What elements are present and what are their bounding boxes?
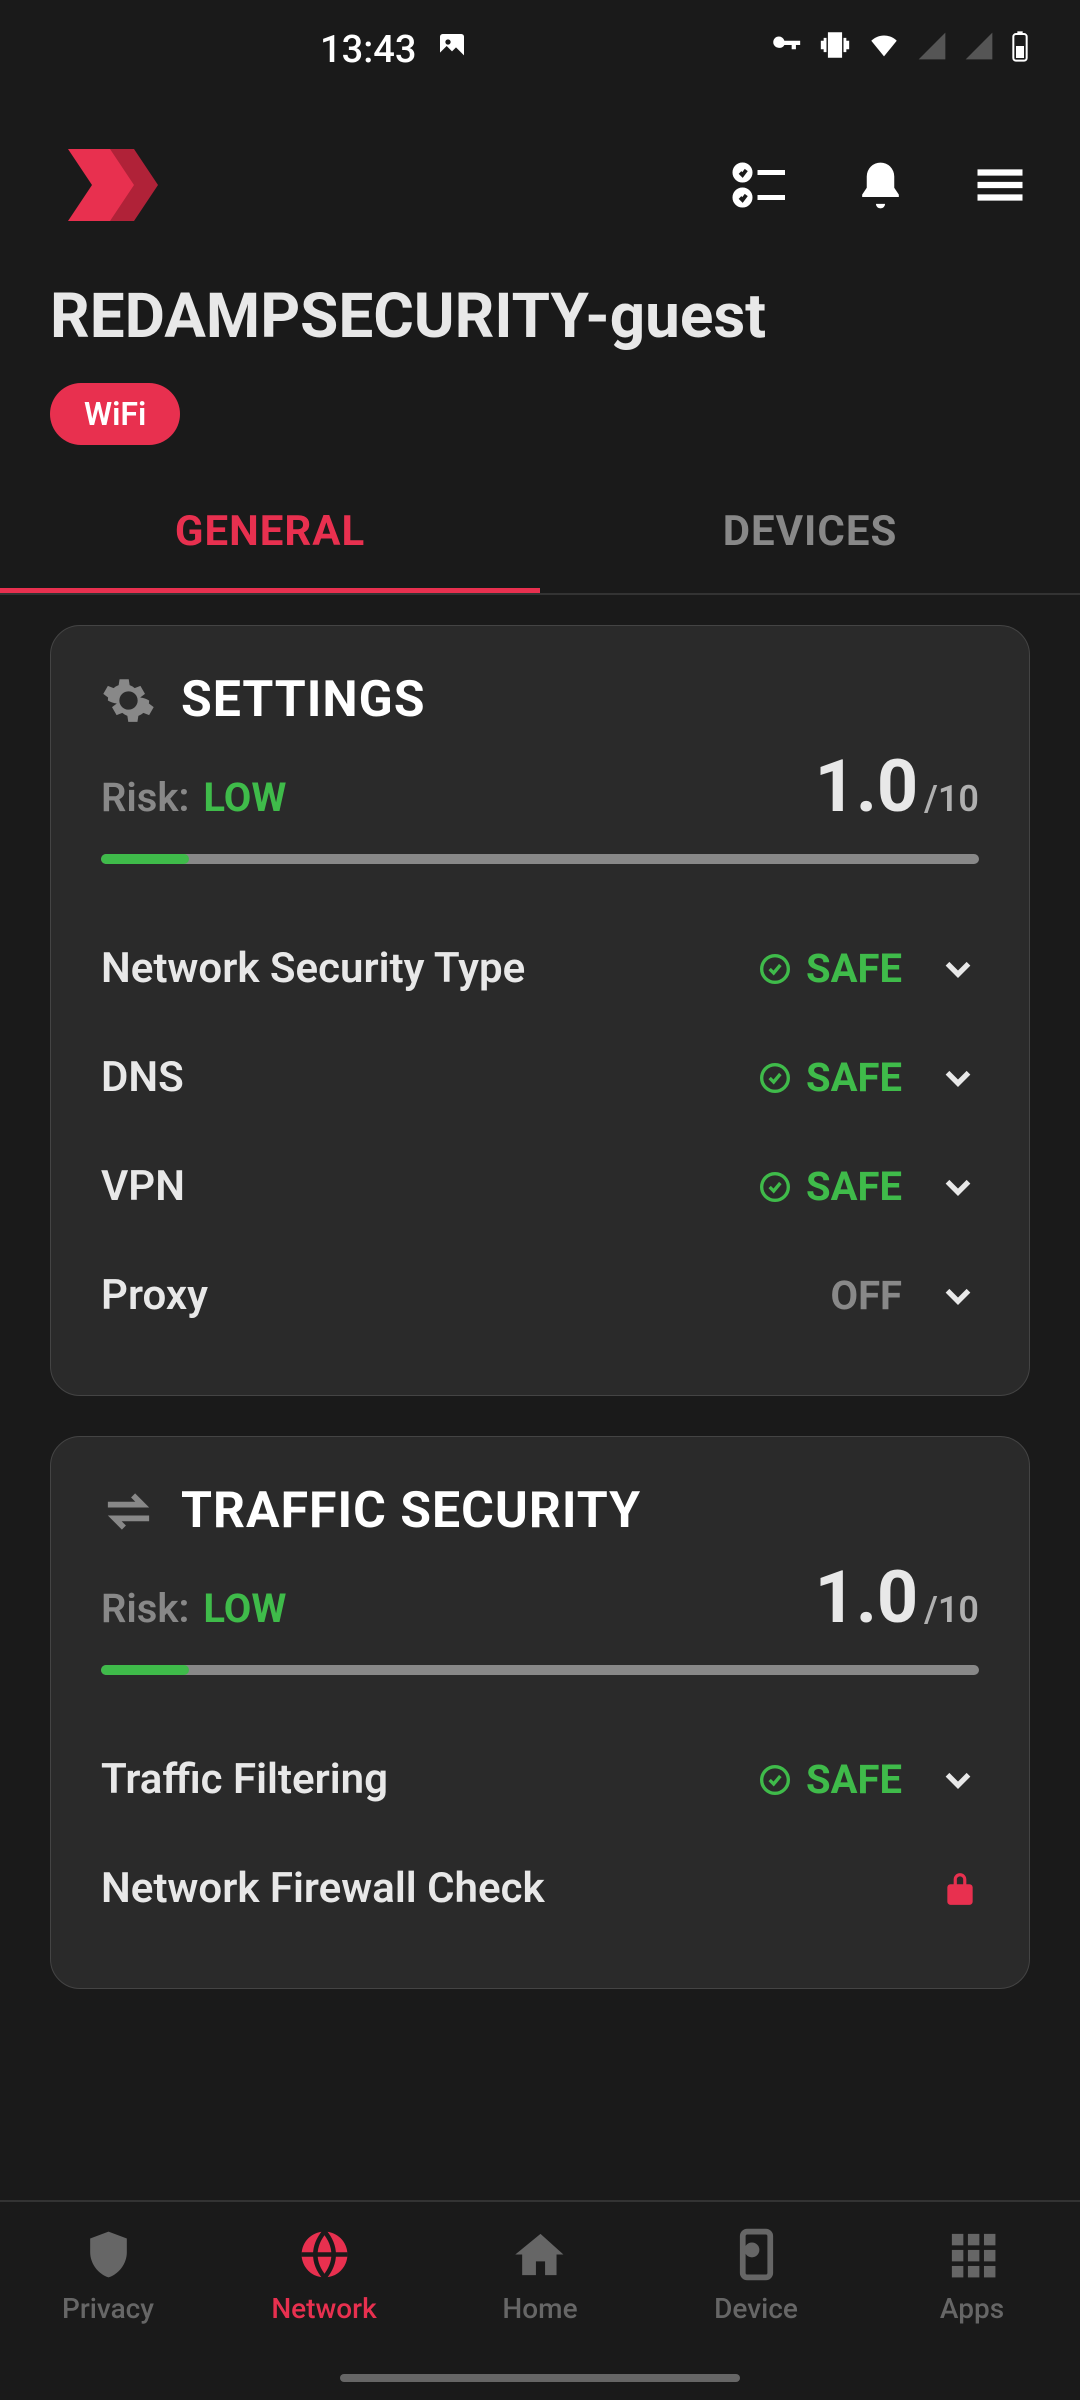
home-indicator[interactable] (340, 2374, 740, 2382)
wifi-badge: WiFi (50, 383, 180, 445)
nav-label: Device (714, 2292, 798, 2325)
setting-row-vpn[interactable]: VPN SAFE (101, 1132, 979, 1241)
key-icon (769, 28, 803, 72)
shield-icon (81, 2227, 136, 2282)
picture-icon (436, 28, 468, 72)
device-icon (729, 2227, 784, 2282)
signal2-icon (963, 28, 995, 72)
nav-privacy[interactable]: Privacy (0, 2227, 216, 2400)
menu-icon[interactable] (970, 155, 1030, 215)
status-bar: 13:43 (0, 0, 1080, 100)
bottom-nav: Privacy Network Home Device Apps (0, 2200, 1080, 2400)
status-text: SAFE (806, 1054, 902, 1101)
setting-row-network-security[interactable]: Network Security Type SAFE (101, 914, 979, 1023)
nav-label: Home (502, 2292, 577, 2325)
app-logo[interactable] (50, 130, 170, 240)
chevron-down-icon (937, 948, 979, 990)
chevron-down-icon (937, 1057, 979, 1099)
app-header (0, 100, 1080, 260)
setting-label: Network Firewall Check (101, 1864, 545, 1913)
lock-icon (941, 1870, 979, 1908)
nav-label: Apps (940, 2292, 1004, 2325)
setting-label: Proxy (101, 1271, 208, 1320)
score-max: /10 (924, 1589, 979, 1631)
traffic-card: TRAFFIC SECURITY Risk: LOW 1.0 /10 Traff… (50, 1436, 1030, 1989)
content: SETTINGS Risk: LOW 1.0 /10 Network Secur… (0, 595, 1080, 2059)
risk-value: LOW (203, 774, 286, 821)
setting-label: VPN (101, 1162, 185, 1211)
check-circle-icon (759, 1171, 791, 1203)
setting-label: DNS (101, 1053, 184, 1102)
check-circle-icon (759, 1764, 791, 1796)
score-main: 1.0 (815, 1555, 919, 1640)
status-text: SAFE (806, 945, 902, 992)
score-main: 1.0 (815, 744, 919, 829)
nav-label: Network (271, 2292, 376, 2325)
home-icon (513, 2227, 568, 2282)
traffic-title: TRAFFIC SECURITY (181, 1482, 641, 1540)
chevron-down-icon (937, 1166, 979, 1208)
score-max: /10 (924, 778, 979, 820)
chevron-down-icon (937, 1275, 979, 1317)
battery-icon (1010, 28, 1030, 72)
tabs: GENERAL DEVICES (0, 475, 1080, 595)
checklist-icon[interactable] (730, 155, 790, 215)
tab-general[interactable]: GENERAL (0, 475, 540, 593)
status-time: 13:43 (320, 28, 416, 72)
signal1-icon (916, 28, 948, 72)
settings-card: SETTINGS Risk: LOW 1.0 /10 Network Secur… (50, 625, 1030, 1396)
setting-row-traffic-filtering[interactable]: Traffic Filtering SAFE (101, 1725, 979, 1834)
progress-fill (101, 1665, 189, 1675)
check-circle-icon (759, 953, 791, 985)
setting-label: Network Security Type (101, 944, 525, 993)
nav-apps[interactable]: Apps (864, 2227, 1080, 2400)
settings-progress (101, 854, 979, 864)
status-text: SAFE (806, 1163, 902, 1210)
bell-icon[interactable] (850, 155, 910, 215)
setting-row-proxy[interactable]: Proxy OFF (101, 1241, 979, 1350)
progress-fill (101, 854, 189, 864)
chevron-down-icon (937, 1759, 979, 1801)
setting-row-firewall-check[interactable]: Network Firewall Check (101, 1834, 979, 1943)
title-section: REDAMPSECURITY-guest WiFi (0, 260, 1080, 475)
grid-icon (945, 2227, 1000, 2282)
setting-row-dns[interactable]: DNS SAFE (101, 1023, 979, 1132)
globe-icon (297, 2227, 352, 2282)
risk-value: LOW (203, 1585, 286, 1632)
nav-label: Privacy (62, 2292, 154, 2325)
tab-devices[interactable]: DEVICES (540, 475, 1080, 593)
setting-label: Traffic Filtering (101, 1755, 388, 1804)
check-circle-icon (759, 1062, 791, 1094)
network-name: REDAMPSECURITY-guest (50, 280, 1030, 353)
risk-label: Risk: (101, 1585, 189, 1632)
risk-label: Risk: (101, 774, 189, 821)
wifi-icon (867, 28, 901, 72)
arrows-icon (101, 1484, 156, 1539)
settings-title: SETTINGS (181, 671, 426, 729)
vibrate-icon (818, 28, 852, 72)
status-text: SAFE (806, 1756, 902, 1803)
gear-icon (101, 673, 156, 728)
traffic-progress (101, 1665, 979, 1675)
status-text: OFF (831, 1272, 902, 1319)
